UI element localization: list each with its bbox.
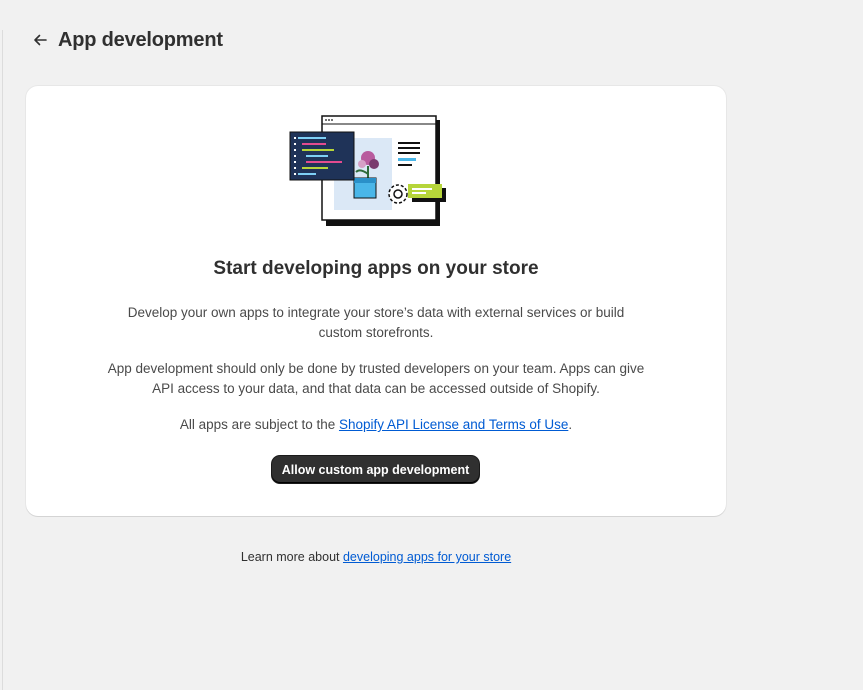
description-paragraph: Develop your own apps to integrate your … (127, 305, 625, 340)
page-title: App development (58, 28, 223, 51)
back-button[interactable] (30, 30, 50, 50)
app-development-page: App development Start developing apps on… (0, 0, 863, 690)
warning-paragraph: App development should only be done by t… (107, 361, 645, 396)
developing-apps-link[interactable]: developing apps for your store (343, 550, 511, 564)
footer-help-text: Learn more about developing apps for you… (0, 550, 752, 564)
terms-paragraph: All apps are subject to the Shopify API … (106, 415, 646, 435)
app-development-illustration (289, 115, 446, 226)
allow-custom-app-development-button[interactable]: Allow custom app development (272, 456, 479, 483)
terms-prefix: All apps are subject to the (179, 417, 339, 432)
terms-suffix: . (568, 417, 573, 432)
arrow-left-icon (34, 34, 47, 46)
empty-state-card: Start developing apps on your store Deve… (26, 86, 726, 516)
footer-prefix: Learn more about (240, 550, 343, 564)
empty-state-title: Start developing apps on your store (213, 258, 539, 279)
divider (2, 30, 3, 690)
page-header: App development (30, 26, 223, 54)
terms-link[interactable]: Shopify API License and Terms of Use (339, 417, 568, 432)
